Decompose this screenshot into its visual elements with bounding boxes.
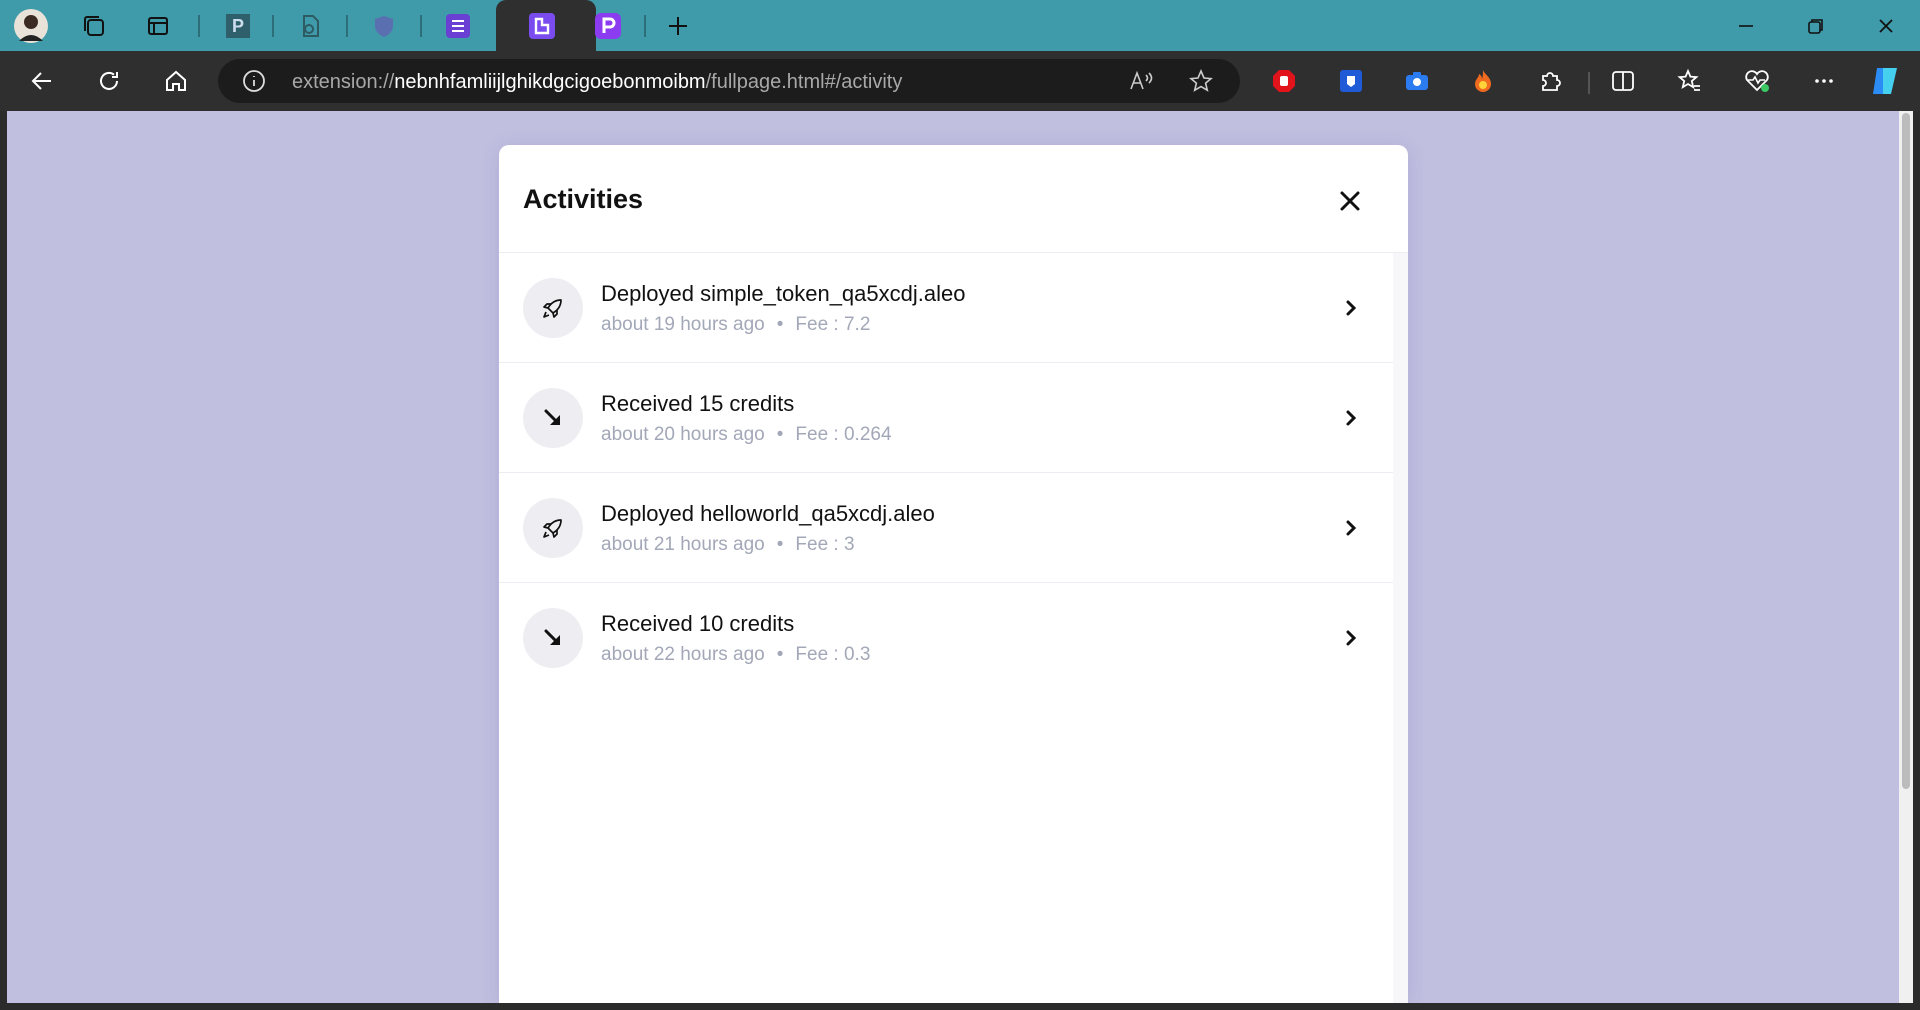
close-modal-button[interactable] bbox=[1330, 181, 1370, 221]
activity-meta: about 20 hours ago • Fee : 0.264 bbox=[601, 424, 892, 446]
url-scheme: extension:// bbox=[292, 71, 395, 93]
split-screen-icon[interactable] bbox=[1603, 61, 1643, 101]
activity-title: Received 10 credits bbox=[601, 611, 795, 636]
restore-button[interactable] bbox=[1782, 0, 1850, 51]
browser-essentials-icon[interactable] bbox=[1737, 61, 1777, 101]
tab-document[interactable] bbox=[292, 8, 328, 44]
activity-row[interactable]: Received 10 credits about 22 hours ago • F… bbox=[499, 583, 1393, 693]
activity-row[interactable]: Deployed simple_token_qa5xcdj.aleo about… bbox=[499, 253, 1393, 363]
modal-title: Activities bbox=[523, 184, 644, 214]
minimize-icon bbox=[1739, 24, 1753, 27]
arrow-down-right-icon bbox=[523, 388, 583, 448]
info-icon[interactable] bbox=[242, 69, 266, 98]
read-aloud-icon[interactable] bbox=[1128, 69, 1154, 98]
chevron-right-icon[interactable] bbox=[1339, 296, 1363, 320]
tab-separator bbox=[644, 15, 646, 37]
profile-avatar[interactable] bbox=[13, 8, 49, 44]
extension-stop-icon[interactable] bbox=[1264, 61, 1304, 101]
activity-fee: Fee : 3 bbox=[795, 534, 855, 555]
tab-separator bbox=[198, 15, 200, 37]
restore-icon bbox=[1808, 18, 1823, 34]
back-button[interactable] bbox=[22, 61, 62, 101]
favorite-star-icon[interactable] bbox=[1188, 68, 1214, 99]
arrow-down-right-icon bbox=[523, 608, 583, 668]
chevron-right-icon[interactable] bbox=[1339, 516, 1363, 540]
refresh-icon bbox=[100, 71, 118, 90]
list-scroll-gutter bbox=[1393, 253, 1408, 1003]
url-text[interactable]: extension://nebnhfamliijlghikdgcigoebonm… bbox=[292, 71, 902, 94]
activity-fee: Fee : 7.2 bbox=[795, 314, 871, 335]
tab-purple-p[interactable] bbox=[590, 8, 626, 44]
minimize-button[interactable] bbox=[1712, 0, 1780, 51]
home-icon bbox=[166, 70, 186, 91]
rocket-icon bbox=[523, 278, 583, 338]
url-host: nebnhfamliijlghikdgcigoebonmoibm bbox=[394, 71, 706, 93]
tab-actions-icon[interactable] bbox=[140, 8, 176, 44]
activity-meta: about 22 hours ago • Fee : 0.3 bbox=[601, 644, 870, 666]
meta-separator: • bbox=[776, 534, 784, 555]
tab-separator bbox=[420, 15, 422, 37]
modal-header: Activities bbox=[499, 145, 1408, 253]
extensions-puzzle-icon[interactable] bbox=[1530, 61, 1570, 101]
list-icon bbox=[446, 14, 470, 38]
url-path: /fullpage.html#/activity bbox=[705, 71, 903, 93]
activities-modal: Activities Deployed simple_token_qa5xcdj… bbox=[499, 145, 1408, 1003]
meta-separator: • bbox=[776, 424, 784, 445]
activity-time: about 19 hours ago bbox=[601, 314, 765, 335]
tab-separator bbox=[346, 15, 348, 37]
tab-p-site[interactable]: P bbox=[220, 8, 256, 44]
workspaces-icon[interactable] bbox=[76, 8, 112, 44]
address-bar[interactable]: extension://nebnhfamliijlghikdgcigoebonm… bbox=[218, 59, 1240, 103]
close-icon bbox=[1340, 191, 1360, 211]
activity-time: about 22 hours ago bbox=[601, 644, 765, 665]
document-icon bbox=[303, 15, 319, 37]
extension-shield-icon[interactable] bbox=[1331, 61, 1371, 101]
arrow-left-icon bbox=[31, 72, 51, 90]
rocket-icon bbox=[523, 498, 583, 558]
extension-camera-icon[interactable] bbox=[1397, 61, 1437, 101]
p-logo-icon: P bbox=[226, 14, 250, 38]
more-menu-icon[interactable] bbox=[1804, 61, 1844, 101]
copilot-icon[interactable] bbox=[1866, 61, 1906, 101]
extension-flame-icon[interactable] bbox=[1463, 61, 1503, 101]
home-button[interactable] bbox=[156, 61, 196, 101]
new-tab-button[interactable] bbox=[660, 8, 696, 44]
activity-list: Deployed simple_token_qa5xcdj.aleo about… bbox=[499, 253, 1393, 1003]
activity-fee: Fee : 0.3 bbox=[795, 644, 871, 665]
activity-time: about 20 hours ago bbox=[601, 424, 765, 445]
activity-title: Deployed simple_token_qa5xcdj.aleo bbox=[601, 281, 966, 306]
refresh-button[interactable] bbox=[89, 61, 129, 101]
close-window-button[interactable] bbox=[1852, 0, 1920, 51]
activity-title: Deployed helloworld_qa5xcdj.aleo bbox=[601, 501, 935, 526]
favorites-icon[interactable] bbox=[1670, 61, 1710, 101]
activity-time: about 21 hours ago bbox=[601, 534, 765, 555]
page-scrollbar[interactable] bbox=[1899, 111, 1913, 1003]
tab-separator bbox=[272, 15, 274, 37]
browser-toolbar: extension://nebnhfamliijlghikdgcigoebonm… bbox=[0, 51, 1920, 111]
chevron-right-icon[interactable] bbox=[1339, 626, 1363, 650]
meta-separator: • bbox=[776, 314, 784, 335]
activity-meta: about 19 hours ago • Fee : 7.2 bbox=[601, 314, 870, 336]
activity-row[interactable]: Deployed helloworld_qa5xcdj.aleo about 2… bbox=[499, 473, 1393, 583]
activity-meta: about 21 hours ago • Fee : 3 bbox=[601, 534, 855, 556]
shield-icon bbox=[375, 16, 393, 37]
activity-row[interactable]: Received 15 credits about 20 hours ago • F… bbox=[499, 363, 1393, 473]
tab-shield[interactable] bbox=[366, 8, 402, 44]
activity-title: Received 15 credits bbox=[601, 391, 795, 416]
meta-separator: • bbox=[776, 644, 784, 665]
tab-active[interactable] bbox=[496, 0, 596, 51]
window-bottom-edge bbox=[0, 1003, 1920, 1010]
close-icon bbox=[1879, 18, 1893, 33]
plus-icon bbox=[669, 17, 687, 35]
tab-strip: P bbox=[0, 0, 1920, 51]
p-app-icon bbox=[595, 13, 621, 39]
toolbar-separator bbox=[1588, 72, 1590, 94]
scrollbar-thumb[interactable] bbox=[1902, 113, 1910, 789]
activity-fee: Fee : 0.264 bbox=[795, 424, 892, 445]
wallet-logo-icon bbox=[528, 12, 556, 45]
chevron-right-icon[interactable] bbox=[1339, 406, 1363, 430]
tab-list[interactable] bbox=[440, 8, 476, 44]
